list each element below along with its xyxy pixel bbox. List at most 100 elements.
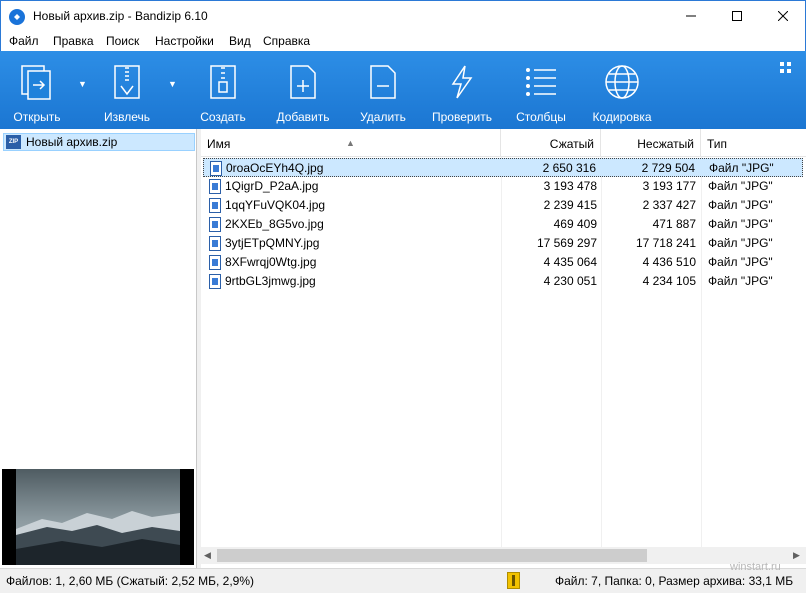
file-compressed-size: 3 193 478	[543, 179, 597, 193]
file-name: 1qqYFuVQK04.jpg	[225, 198, 326, 212]
image-preview	[2, 469, 194, 565]
close-button[interactable]	[760, 1, 806, 31]
file-compressed-size: 2 239 415	[543, 198, 597, 212]
file-type: Файл "JPG"	[708, 236, 773, 250]
extract-icon	[114, 65, 140, 99]
tree-item-archive[interactable]: ZIP Новый архив.zip	[3, 133, 195, 151]
file-name: 0roaOcEYh4Q.jpg	[226, 161, 324, 175]
delete-button[interactable]: Удалить	[350, 51, 416, 129]
file-name: 3ytjETpQMNY.jpg	[225, 236, 320, 250]
file-name: 8XFwrqj0Wtg.jpg	[225, 255, 317, 269]
open-button[interactable]: Открыть	[4, 51, 70, 129]
menu-search[interactable]: Поиск	[106, 34, 139, 48]
file-compressed-size: 4 435 064	[543, 255, 597, 269]
file-type: Файл "JPG"	[709, 161, 774, 175]
extract-label: Извлечь	[103, 110, 150, 124]
encoding-label: Кодировка	[592, 110, 652, 124]
columns-button[interactable]: Столбцы	[508, 51, 574, 129]
zip-icon: ZIP	[6, 135, 21, 149]
create-button[interactable]: Создать	[190, 51, 256, 129]
columns-list-icon	[526, 68, 556, 96]
delete-file-icon	[370, 65, 396, 99]
scrollbar-thumb[interactable]	[217, 549, 647, 562]
table-row[interactable]: 0roaOcEYh4Q.jpg 2 650 316 2 729 504 Файл…	[203, 158, 803, 177]
toolbar: Открыть ▼ Извлечь ▼ Создать Добавить Уда…	[0, 51, 806, 129]
globe-icon	[605, 65, 639, 99]
file-type: Файл "JPG"	[708, 179, 773, 193]
column-header-compressed[interactable]: Сжатый	[501, 129, 601, 157]
file-uncompressed-size: 2 337 427	[642, 198, 696, 212]
table-row[interactable]: 9rtbGL3jmwg.jpg 4 230 051 4 234 105 Файл…	[203, 272, 803, 291]
scroll-right-arrow-icon[interactable]: ▶	[793, 550, 800, 561]
title-bar: Новый архив.zip - Bandizip 6.10	[0, 0, 806, 31]
open-label: Открыть	[13, 110, 61, 124]
file-name: 2KXEb_8G5vo.jpg	[225, 217, 324, 231]
maximize-icon	[732, 11, 742, 21]
menu-help[interactable]: Справка	[263, 34, 310, 48]
archive-zip-icon	[507, 572, 520, 589]
layout-grid-icon[interactable]	[780, 62, 792, 74]
jpg-file-icon	[209, 198, 221, 213]
create-archive-icon	[210, 65, 236, 99]
window-title: Новый архив.zip - Bandizip 6.10	[33, 9, 208, 23]
column-name-label: Имя	[207, 137, 231, 151]
menu-settings[interactable]: Настройки	[155, 34, 214, 48]
column-headers: Имя ▲ Сжатый Несжатый Тип	[201, 129, 806, 157]
add-button[interactable]: Добавить	[270, 51, 336, 129]
test-button[interactable]: Проверить	[427, 51, 497, 129]
folder-tree-pane: ZIP Новый архив.zip	[0, 129, 197, 568]
file-uncompressed-size: 4 436 510	[642, 255, 696, 269]
extract-dropdown-arrow-icon[interactable]: ▼	[168, 79, 177, 89]
column-compressed-label: Сжатый	[549, 137, 594, 151]
column-uncompressed-label: Несжатый	[637, 137, 694, 151]
column-header-name[interactable]: Имя ▲	[201, 129, 501, 157]
file-uncompressed-size: 3 193 177	[642, 179, 696, 193]
file-uncompressed-size: 4 234 105	[642, 274, 696, 288]
mountain-preview-image	[2, 469, 194, 565]
file-name: 9rtbGL3jmwg.jpg	[225, 274, 316, 288]
file-type: Файл "JPG"	[708, 198, 773, 212]
menu-bar: Файл Правка Поиск Настройки Вид Справка	[0, 31, 806, 51]
table-row[interactable]: 8XFwrqj0Wtg.jpg 4 435 064 4 436 510 Файл…	[203, 253, 803, 272]
file-list-pane: Имя ▲ Сжатый Несжатый Тип 0roaOcEYh4Q.jp…	[201, 129, 806, 568]
status-bar: Файлов: 1, 2,60 МБ (Сжатый: 2,52 МБ, 2,9…	[0, 568, 806, 593]
jpg-file-icon	[210, 161, 222, 176]
create-label: Создать	[200, 110, 246, 124]
jpg-file-icon	[209, 236, 221, 251]
table-row[interactable]: 2KXEb_8G5vo.jpg 469 409 471 887 Файл "JP…	[203, 215, 803, 234]
menu-view[interactable]: Вид	[229, 34, 251, 48]
column-header-type[interactable]: Тип	[701, 129, 806, 157]
bandizip-app-icon[interactable]	[9, 9, 25, 25]
columns-label: Столбцы	[516, 110, 566, 124]
open-dropdown-arrow-icon[interactable]: ▼	[78, 79, 87, 89]
add-label: Добавить	[276, 110, 330, 124]
table-row[interactable]: 1qqYFuVQK04.jpg 2 239 415 2 337 427 Файл…	[203, 196, 803, 215]
file-name: 1QigrD_P2aA.jpg	[225, 179, 319, 193]
jpg-file-icon	[209, 179, 221, 194]
file-compressed-size: 469 409	[553, 217, 597, 231]
lightning-icon	[451, 65, 473, 99]
menu-edit[interactable]: Правка	[53, 34, 94, 48]
file-type: Файл "JPG"	[708, 217, 773, 231]
column-header-uncompressed[interactable]: Несжатый	[601, 129, 701, 157]
archive-status: Файл: 7, Папка: 0, Размер архива: 33,1 М…	[555, 574, 794, 588]
encoding-button[interactable]: Кодировка	[586, 51, 658, 129]
selection-status: Файлов: 1, 2,60 МБ (Сжатый: 2,52 МБ, 2,9…	[6, 574, 255, 588]
close-icon	[778, 11, 788, 21]
sort-ascending-icon: ▲	[346, 138, 355, 148]
tree-item-label: Новый архив.zip	[26, 135, 118, 149]
file-uncompressed-size: 2 729 504	[641, 161, 695, 175]
column-type-label: Тип	[707, 137, 728, 151]
watermark: winstart.ru	[730, 561, 781, 573]
table-row[interactable]: 3ytjETpQMNY.jpg 17 569 297 17 718 241 Фа…	[203, 234, 803, 253]
jpg-file-icon	[209, 217, 221, 232]
scroll-left-arrow-icon[interactable]: ◀	[204, 550, 211, 561]
maximize-button[interactable]	[714, 1, 760, 31]
menu-file[interactable]: Файл	[9, 34, 39, 48]
table-row[interactable]: 1QigrD_P2aA.jpg 3 193 478 3 193 177 Файл…	[203, 177, 803, 196]
minimize-button[interactable]	[668, 1, 714, 31]
horizontal-scrollbar[interactable]: ◀ ▶	[201, 547, 806, 564]
open-archive-icon	[21, 65, 51, 100]
file-compressed-size: 2 650 316	[542, 161, 596, 175]
extract-button[interactable]: Извлечь	[94, 51, 160, 129]
